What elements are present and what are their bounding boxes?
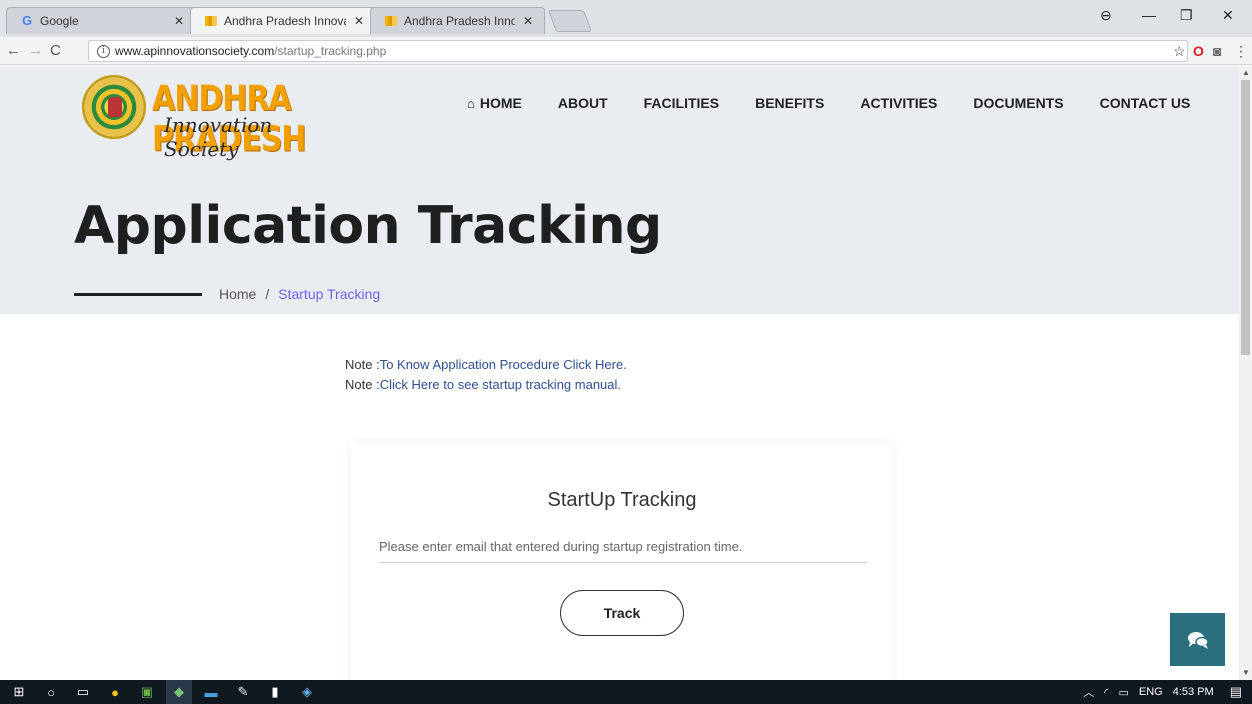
- nav-facilities[interactable]: FACILITIES: [644, 95, 719, 111]
- task-view-icon[interactable]: ▭: [70, 680, 96, 704]
- note-line: Note :To Know Application Procedure Clic…: [345, 355, 627, 375]
- notifications-icon[interactable]: ▤: [1230, 684, 1242, 700]
- site-logo[interactable]: ANDHRA PRADESH Innovation Society: [82, 73, 352, 161]
- chrome-icon[interactable]: ●: [102, 680, 128, 704]
- app-icon-active[interactable]: ◆: [166, 680, 192, 704]
- nav-home[interactable]: ⌂ HOME: [467, 95, 522, 111]
- address-bar: ← → C i www.apinnovationsociety.com/star…: [0, 37, 1252, 65]
- new-tab-button[interactable]: [547, 10, 593, 32]
- tray-chevron-icon[interactable]: ︿: [1083, 684, 1094, 700]
- info-icon[interactable]: i: [97, 44, 110, 58]
- breadcrumb-divider: [74, 293, 202, 296]
- reload-icon[interactable]: C: [50, 42, 61, 59]
- url-path: /startup_tracking.php: [274, 44, 387, 58]
- email-field[interactable]: [379, 531, 867, 563]
- close-icon[interactable]: ✕: [523, 14, 533, 28]
- url-field[interactable]: i www.apinnovationsociety.com/startup_tr…: [88, 40, 1188, 62]
- nav-activities[interactable]: ACTIVITIES: [860, 95, 937, 111]
- tab-title: Google: [40, 13, 79, 28]
- ap-emblem-icon: [82, 75, 146, 139]
- track-button[interactable]: Track: [560, 590, 684, 636]
- restore-icon[interactable]: ❐: [1180, 7, 1193, 24]
- close-icon[interactable]: ✕: [174, 14, 184, 28]
- document-icon[interactable]: ▮: [262, 680, 288, 704]
- breadcrumb-current[interactable]: Startup Tracking: [278, 286, 380, 302]
- nav-contact-us[interactable]: CONTACT US: [1100, 95, 1191, 111]
- google-icon: G: [21, 13, 33, 28]
- browser-tab-active[interactable]: Andhra Pradesh Innovati ✕: [190, 7, 376, 34]
- notepad-icon[interactable]: ✎: [230, 680, 256, 704]
- menu-icon[interactable]: ⋮: [1234, 43, 1248, 60]
- clock[interactable]: 4:53 PM: [1173, 686, 1214, 698]
- tracking-card: StartUp Tracking Track: [351, 443, 893, 680]
- tab-title: Andhra Pradesh Innovati: [404, 13, 515, 28]
- app-icon[interactable]: ▣: [134, 680, 160, 704]
- nav-label: HOME: [479, 95, 522, 111]
- nav-benefits[interactable]: BENEFITS: [755, 95, 824, 111]
- url-domain: www.apinnovationsociety.com: [115, 44, 275, 58]
- battery-icon[interactable]: ▭: [1118, 686, 1128, 699]
- minimize-icon[interactable]: —: [1142, 7, 1156, 23]
- page-title: Application Tracking: [74, 196, 662, 256]
- breadcrumb-home[interactable]: Home: [219, 286, 256, 302]
- application-procedure-link[interactable]: To Know Application Procedure Click Here…: [380, 357, 627, 372]
- scrollbar-thumb[interactable]: [1241, 80, 1250, 355]
- language-indicator[interactable]: ENG: [1139, 686, 1163, 698]
- scroll-down-icon[interactable]: ▼: [1242, 668, 1250, 677]
- back-icon[interactable]: ←: [6, 42, 21, 59]
- system-tray: ︿ ◜ ▭ ENG 4:53 PM ▤: [1083, 680, 1252, 704]
- forward-icon[interactable]: →: [28, 42, 43, 59]
- bookmark-star-icon[interactable]: ☆: [1173, 43, 1186, 60]
- chat-bubbles-icon: [1187, 631, 1209, 649]
- main-nav: ⌂ HOME ABOUT FACILITIES BENEFITS ACTIVITI…: [467, 95, 1226, 111]
- note-prefix: Note :: [345, 357, 380, 372]
- home-icon: ⌂: [467, 95, 475, 111]
- logo-subtitle: Innovation Society: [164, 113, 273, 161]
- browser-tab-bar: G Google ✕ Andhra Pradesh Innovati ✕ And…: [0, 0, 1252, 37]
- breadcrumb-separator: /: [265, 286, 270, 302]
- tracking-manual-link[interactable]: Click Here to see startup tracking manua…: [380, 377, 621, 392]
- card-title: StartUp Tracking: [547, 489, 697, 511]
- note-line: Note :Click Here to see startup tracking…: [345, 375, 627, 395]
- nav-about[interactable]: ABOUT: [558, 95, 608, 111]
- cube-app-icon[interactable]: ◈: [294, 680, 320, 704]
- hero-banner: ANDHRA PRADESH Innovation Society ⌂ HOME …: [0, 66, 1239, 314]
- search-icon[interactable]: ○: [38, 680, 64, 704]
- vertical-scrollbar[interactable]: ▲ ▼: [1239, 66, 1252, 680]
- chat-button[interactable]: [1170, 613, 1225, 666]
- windows-taskbar: ⊞ ○ ▭ ● ▣ ◆ ▬ ✎ ▮ ◈ ︿ ◜ ▭ ENG 4:53 PM ▤: [0, 680, 1252, 704]
- file-explorer-icon[interactable]: ▬: [198, 680, 224, 704]
- opera-icon[interactable]: O: [1193, 43, 1204, 59]
- page-viewport: ANDHRA PRADESH Innovation Society ⌂ HOME …: [0, 66, 1239, 680]
- wifi-icon[interactable]: ◜: [1104, 686, 1108, 699]
- ap-flag-icon: [384, 14, 398, 28]
- browser-tab-google[interactable]: G Google ✕: [6, 7, 196, 34]
- breadcrumb: Home / Startup Tracking: [219, 286, 380, 302]
- scroll-up-icon[interactable]: ▲: [1242, 68, 1250, 77]
- windows-start-icon[interactable]: ⊞: [6, 680, 32, 704]
- note-prefix: Note :: [345, 377, 380, 392]
- ap-flag-icon: [204, 14, 218, 28]
- close-icon[interactable]: ✕: [354, 14, 364, 28]
- browser-tab-third[interactable]: Andhra Pradesh Innovati ✕: [370, 7, 545, 34]
- window-close-icon[interactable]: ✕: [1222, 7, 1234, 24]
- notes: Note :To Know Application Procedure Clic…: [345, 355, 627, 395]
- camera-icon[interactable]: ◙: [1213, 43, 1221, 59]
- nav-documents[interactable]: DOCUMENTS: [973, 95, 1063, 111]
- tab-title: Andhra Pradesh Innovati: [224, 13, 346, 28]
- profile-icon[interactable]: ⊖: [1100, 7, 1112, 24]
